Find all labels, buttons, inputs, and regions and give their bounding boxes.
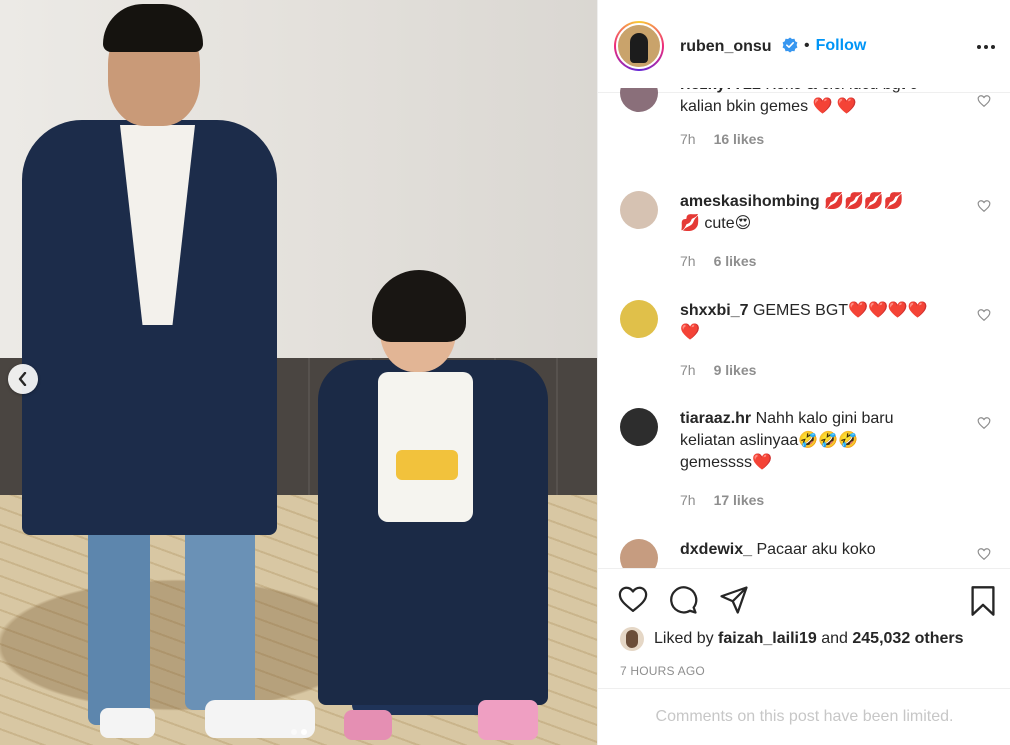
comment-emoji: 😍 xyxy=(734,215,752,232)
comment-emoji: ❤️❤️❤️❤️ xyxy=(848,302,928,319)
likes-middle: and xyxy=(821,630,848,647)
avatar[interactable] xyxy=(614,21,664,71)
comment-text: tiaraaz.hr Nahh kalo gini baru keliatan … xyxy=(680,408,950,474)
comment-text: ameskasihombing 💋💋💋💋 💋 cute😍 xyxy=(680,191,950,235)
girl-shirt-print xyxy=(396,450,458,480)
more-icon[interactable] xyxy=(976,37,996,57)
comment-meta: 7h 6 likes xyxy=(680,253,756,269)
girl-shoe-left xyxy=(344,710,392,740)
comment-avatar[interactable] xyxy=(620,408,658,446)
comment-username[interactable]: dxdewix_ xyxy=(680,541,752,558)
comment-meta: 7h 17 likes xyxy=(680,492,764,508)
comment-heart-icon[interactable] xyxy=(977,94,991,108)
comment-heart-icon[interactable] xyxy=(977,199,991,213)
comment-meta: 7h 9 likes xyxy=(680,362,756,378)
comment-heart-icon[interactable] xyxy=(977,547,991,561)
post-author-name[interactable]: ruben_onsu xyxy=(680,38,772,55)
comment-time[interactable]: 7h xyxy=(680,492,696,508)
likes-prefix: Liked by xyxy=(654,630,714,647)
liker-username[interactable]: faizah_laili19 xyxy=(718,630,817,648)
comment-text: riezky7722 Koko & cici lucu bgt c kalian… xyxy=(680,88,950,118)
comment-body: GEMES BGT xyxy=(752,302,849,319)
comment-username[interactable]: tiaraaz.hr xyxy=(680,410,751,427)
bookmark-icon[interactable] xyxy=(970,585,996,617)
comment-username[interactable]: shxxbi_7 xyxy=(680,302,748,319)
follow-button[interactable]: Follow xyxy=(816,37,867,55)
comment-avatar[interactable] xyxy=(620,191,658,229)
comment-body: gemessss xyxy=(680,454,753,471)
post-side-panel: ruben_onsu • Follow riezky7722 Koko & ci… xyxy=(597,0,1010,745)
post-timestamp[interactable]: 7 HOURS AGO xyxy=(620,664,705,678)
verified-icon xyxy=(782,37,798,52)
comment-time[interactable]: 7h xyxy=(680,131,696,147)
comment-emoji: ❤️ xyxy=(680,324,700,341)
liker-avatar[interactable] xyxy=(620,627,644,651)
post-actions xyxy=(598,568,1010,628)
heart-icon[interactable] xyxy=(618,585,648,613)
carousel-dot xyxy=(290,729,297,735)
comment-text: dxdewix_ Pacaar aku koko xyxy=(680,539,950,561)
comment-meta: 7h 16 likes xyxy=(680,131,764,147)
carousel-dots xyxy=(0,729,597,735)
comment-emoji: ❤️ xyxy=(752,454,772,471)
post-author[interactable]: ruben_onsu xyxy=(680,37,798,56)
comment-icon[interactable] xyxy=(668,585,698,615)
boy-leg-right xyxy=(185,520,255,710)
comment-heart-icon[interactable] xyxy=(977,416,991,430)
comment-username[interactable]: riezky7722 xyxy=(680,88,761,93)
comments-limited-notice: Comments on this post have been limited. xyxy=(598,688,1010,745)
comment-username[interactable]: ameskasihombing xyxy=(680,193,820,210)
carousel-dot-active xyxy=(300,729,307,735)
comment-emoji: 💋💋💋💋 xyxy=(824,193,904,210)
comment-body: Pacaar aku koko xyxy=(756,541,876,558)
comment-emoji: ❤️ ❤️ xyxy=(812,98,857,115)
boy-leg-left xyxy=(88,520,150,725)
post-header: ruben_onsu • Follow xyxy=(598,0,1010,93)
comment-emoji: 🤣🤣🤣 xyxy=(798,432,859,449)
likes-count-link[interactable]: 245,032 others xyxy=(852,630,963,648)
comment-body: cute xyxy=(704,215,735,232)
post-photo[interactable] xyxy=(0,0,597,745)
carousel-prev-button[interactable] xyxy=(8,364,38,394)
likes-summary: Liked by faizah_laili19 and 245,032 othe… xyxy=(620,626,964,652)
comment-avatar[interactable] xyxy=(620,300,658,338)
comment-text: shxxbi_7 GEMES BGT❤️❤️❤️❤️ ❤️ xyxy=(680,300,950,344)
comment-time[interactable]: 7h xyxy=(680,253,696,269)
chevron-left-icon xyxy=(18,372,27,386)
comment-heart-icon[interactable] xyxy=(977,308,991,322)
comments-list[interactable]: riezky7722 Koko & cici lucu bgt c kalian… xyxy=(598,88,1010,568)
comment-avatar[interactable] xyxy=(620,539,658,568)
comment-likes[interactable]: 6 likes xyxy=(714,253,757,269)
comment-likes[interactable]: 9 likes xyxy=(714,362,757,378)
share-icon[interactable] xyxy=(719,585,749,615)
comment-likes[interactable]: 16 likes xyxy=(714,131,765,147)
header-separator: • xyxy=(804,37,810,54)
comment-time[interactable]: 7h xyxy=(680,362,696,378)
comment-emoji: 💋 xyxy=(680,215,700,232)
comment-likes[interactable]: 17 likes xyxy=(714,492,765,508)
comment-avatar[interactable] xyxy=(620,88,658,112)
girl-shirt xyxy=(378,372,473,522)
